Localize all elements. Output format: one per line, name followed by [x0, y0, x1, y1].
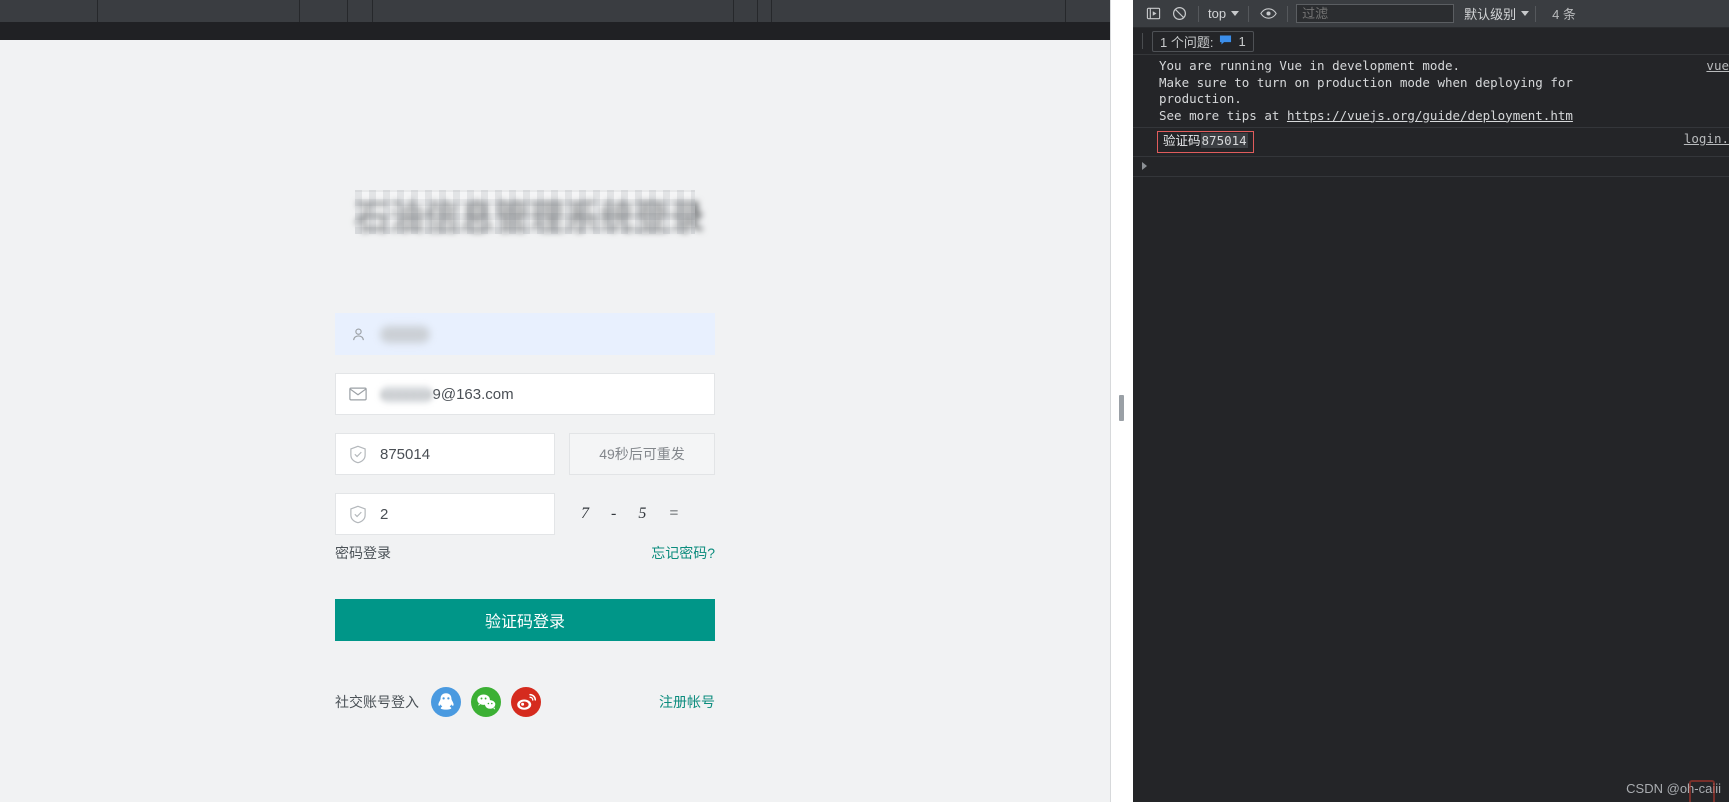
execution-context-selector[interactable]: top	[1205, 6, 1242, 21]
chevron-down-icon	[1231, 11, 1240, 16]
page-title-text: 石油信息管理系统登录	[355, 198, 705, 238]
execution-context-label: top	[1208, 6, 1227, 21]
log-line: You are running Vue in development mode.	[1159, 58, 1461, 73]
log-line-with-link: See more tips at https://vuejs.org/guide…	[1159, 108, 1729, 125]
issues-divider	[1142, 33, 1143, 49]
splitter-grip-icon[interactable]	[1119, 395, 1124, 421]
log-level-label: 默认级别	[1464, 7, 1517, 22]
issues-bar: 1 个问题: 1	[1133, 28, 1729, 55]
hidden-messages-count: 4 条	[1552, 7, 1576, 22]
resend-code-button[interactable]: 49秒后可重发	[569, 433, 715, 475]
console-filter-input[interactable]	[1296, 4, 1455, 23]
issues-chip[interactable]: 1 个问题: 1	[1152, 30, 1254, 52]
screen-root: 石油信息管理系统登录 xxxxxxx9@163.com 875014 49秒后可…	[0, 0, 1729, 802]
register-account-link[interactable]: 注册帐号	[659, 692, 715, 712]
shield-check-icon	[336, 505, 380, 524]
page-title: 石油信息管理系统登录	[355, 190, 704, 238]
highlighted-log-box: 验证码875014	[1157, 131, 1254, 153]
chevron-down-icon	[1521, 11, 1530, 16]
social-login-label: 社交账号登入	[335, 694, 419, 710]
console-toolbar: top 默认级别 4 条	[1133, 0, 1729, 28]
devtools-console-panel: top 默认级别 4 条 1 个问题:	[1133, 0, 1729, 802]
issues-label: 1 个问题:	[1160, 34, 1214, 50]
log-entry-vue-warning[interactable]: You are running Vue in development mode.…	[1133, 55, 1729, 128]
verification-code-field[interactable]: 875014	[335, 433, 555, 475]
log-line: production.	[1159, 91, 1242, 106]
vuejs-deployment-link[interactable]: https://vuejs.org/guide/deployment.htm	[1287, 108, 1573, 123]
toolbar-divider	[1535, 5, 1537, 22]
form-links-row: 密码登录 忘记密码?	[335, 540, 715, 566]
issue-message-icon	[1219, 34, 1232, 49]
social-login-row: 社交账号登入 注册帐号	[335, 685, 715, 719]
shield-check-icon	[336, 445, 380, 464]
verification-code-log-value: 875014	[1200, 133, 1248, 148]
console-prompt-row[interactable]	[1133, 157, 1729, 177]
captcha-answer-field[interactable]: 2	[335, 493, 555, 535]
log-entry-verification-code[interactable]: 验证码875014 login.	[1133, 128, 1729, 157]
email-value: xxxxxxx9@163.com	[380, 385, 514, 403]
envelope-icon	[336, 387, 380, 401]
devtools-splitter[interactable]	[1110, 0, 1134, 802]
verification-code-log-label: 验证码	[1163, 133, 1201, 148]
email-field[interactable]: xxxxxxx9@163.com	[335, 373, 715, 415]
toolbar-divider	[1248, 5, 1250, 22]
captcha-equals: =	[668, 505, 680, 522]
verification-code-value: 875014	[380, 445, 431, 463]
submit-login-button[interactable]: 验证码登录	[335, 599, 715, 641]
email-visible-value: 9@163.com	[432, 385, 514, 403]
log-line-prefix: See more tips at	[1159, 107, 1287, 123]
captcha-operand-b: 5	[638, 505, 647, 522]
log-source-link[interactable]: vue	[1706, 58, 1729, 75]
qq-icon[interactable]	[431, 687, 461, 717]
live-expression-eye-icon[interactable]	[1255, 3, 1281, 25]
login-page: 石油信息管理系统登录 xxxxxxx9@163.com 875014 49秒后可…	[0, 40, 1110, 802]
devtools-second-strip	[0, 22, 1110, 40]
captcha-question: 7 - 5 =	[569, 493, 715, 535]
username-value	[380, 325, 430, 343]
password-login-link[interactable]: 密码登录	[335, 543, 391, 563]
captcha-answer-value: 2	[380, 505, 389, 523]
devtools-top-strip	[0, 0, 1110, 23]
console-log-list: You are running Vue in development mode.…	[1133, 55, 1729, 802]
log-line: Make sure to turn on production mode whe…	[1159, 74, 1573, 90]
forgot-password-link[interactable]: 忘记密码?	[651, 543, 715, 563]
captcha-operand-a: 7	[581, 505, 589, 522]
username-field[interactable]	[335, 313, 715, 355]
log-level-selector[interactable]: 默认级别	[1464, 4, 1530, 23]
email-blurred-prefix: xxxxxxx	[380, 385, 433, 403]
wechat-icon[interactable]	[471, 687, 501, 717]
captcha-operator: -	[611, 505, 617, 522]
issues-count: 1	[1238, 33, 1246, 49]
browser-viewport: 石油信息管理系统登录 xxxxxxx9@163.com 875014 49秒后可…	[0, 0, 1110, 802]
weibo-icon[interactable]	[511, 687, 541, 717]
execute-snippet-icon[interactable]	[1140, 3, 1166, 25]
toolbar-divider	[1198, 5, 1199, 22]
user-icon	[336, 326, 380, 343]
toolbar-divider	[1287, 5, 1289, 22]
expand-arrow-icon[interactable]	[1142, 161, 1147, 170]
log-source-link[interactable]: login.	[1684, 131, 1729, 148]
clear-console-icon[interactable]	[1166, 3, 1192, 25]
